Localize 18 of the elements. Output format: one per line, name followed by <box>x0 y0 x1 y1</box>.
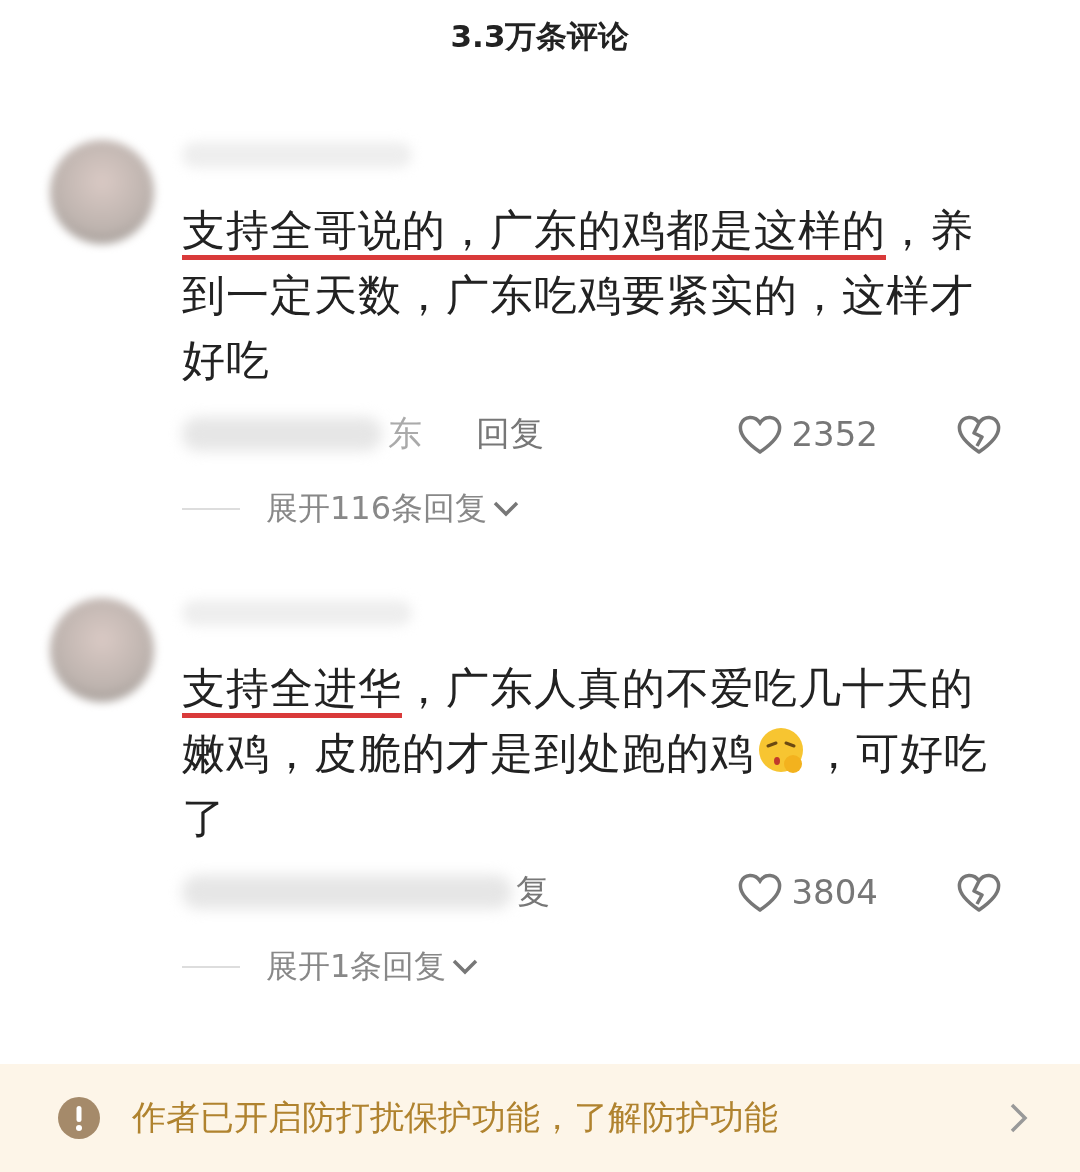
comments-count-title: 3.3万条评论 <box>449 17 631 56</box>
broken-heart-icon[interactable] <box>956 871 1002 913</box>
protection-notice-bar[interactable]: 作者已开启防打扰保护功能，了解防护功能 <box>0 1064 1080 1172</box>
comment-text: 支持全哥说的，广东的鸡都是这样的，养到一定天数，广东吃鸡要紧实的，这样才好吃 <box>182 204 975 387</box>
location-text: 东 <box>388 412 422 455</box>
expand-replies-button[interactable]: 展开116条回复 <box>266 487 522 531</box>
like-count: 3804 <box>791 872 878 912</box>
expand-replies-button[interactable]: 展开1条回复 <box>266 945 481 989</box>
exclamation-icon <box>58 1097 100 1139</box>
heart-icon[interactable] <box>737 871 784 913</box>
comment-text: 支持全进华，广东人真的不爱吃几十天的嫩鸡，皮脆的才是到处跑的鸡 ，可好吃了 <box>182 662 989 845</box>
chevron-right-icon <box>1008 1101 1030 1135</box>
heart-icon[interactable] <box>737 413 784 455</box>
like-count: 2352 <box>791 414 878 454</box>
reply-link[interactable]: 回复 <box>476 411 544 457</box>
reply-link[interactable]: 复 <box>516 869 550 915</box>
broken-heart-icon[interactable] <box>956 413 1002 455</box>
notice-text: 作者已开启防打扰保护功能，了解防护功能 <box>132 1096 778 1139</box>
